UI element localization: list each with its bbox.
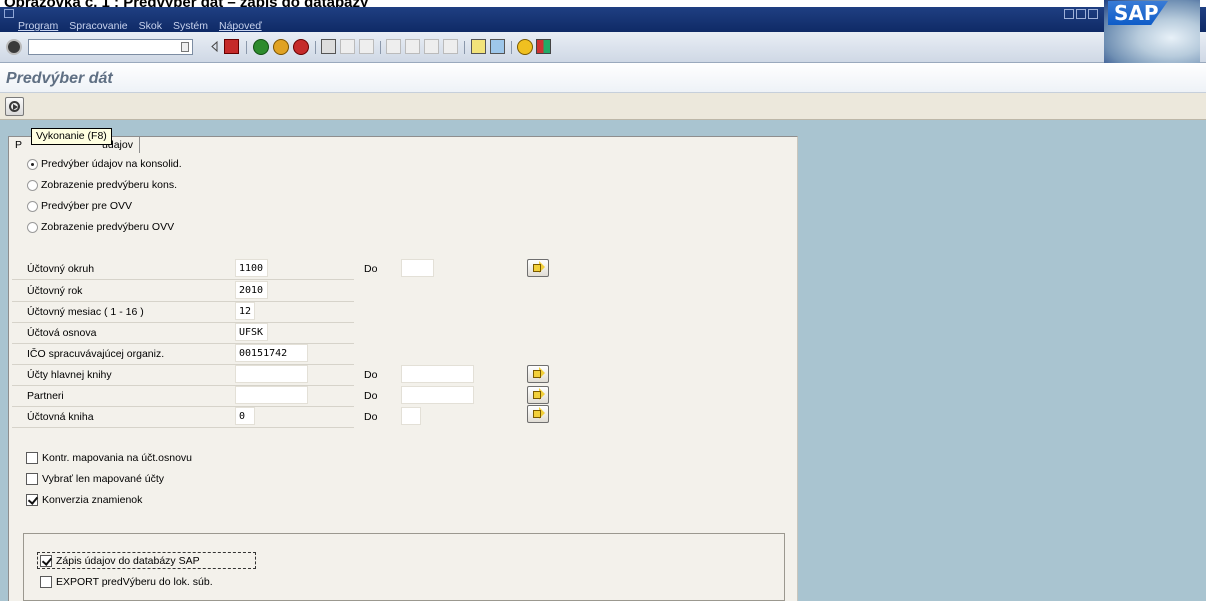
field-label-uctovny-rok: Účtovný rok (27, 285, 83, 297)
to-label: Do (364, 369, 378, 381)
toolbar-separator (511, 41, 512, 54)
window-controls (1064, 9, 1098, 19)
menu-system[interactable]: Systém (173, 20, 208, 32)
ucty-hlavnej-knihy-input[interactable] (235, 365, 308, 383)
field-label-partneri: Partneri (27, 390, 64, 402)
execute-tooltip: Vykonanie (F8) (31, 128, 112, 145)
uctovny-okruh-to-input[interactable] (401, 259, 434, 277)
field-label-ucty-hlavnej-knihy: Účty hlavnej knihy (27, 369, 112, 381)
next-page-icon[interactable] (424, 39, 439, 54)
field-label-uctovna-kniha: Účtovná kniha (27, 411, 94, 423)
last-page-icon[interactable] (443, 39, 458, 54)
find-icon[interactable] (340, 39, 355, 54)
radio-label: Predvýber pre OVV (41, 200, 133, 212)
checkbox-zapis-do-databazy[interactable] (40, 555, 52, 567)
checkbox-label: Kontr. mapovania na účt.osnovu (42, 452, 193, 464)
enter-icon[interactable] (6, 39, 22, 55)
standard-toolbar (0, 32, 1206, 63)
row-divider (12, 322, 354, 323)
menu-list: Program Spracovanie Skok Systém Nápoveď (18, 20, 262, 32)
checkbox-vybrat-len-mapovane[interactable] (26, 473, 38, 485)
close-icon[interactable] (1088, 9, 1098, 19)
execute-button[interactable] (5, 97, 24, 116)
back-icon[interactable] (253, 39, 269, 55)
row-divider (12, 279, 354, 280)
field-label-ico: IČO spracuvávajúcej organiz. (27, 348, 165, 360)
to-label: Do (364, 390, 378, 402)
menu-program[interactable]: Program (18, 20, 58, 32)
field-label-uctovny-mesiac: Účtovný mesiac ( 1 - 16 ) (27, 306, 144, 318)
page-title: Predvýber dát (6, 70, 113, 87)
back-arrow-icon[interactable] (210, 39, 218, 54)
row-divider (12, 427, 354, 428)
radio-label: Predvýber údajov na konsolid. (41, 158, 182, 170)
multiple-selection-button[interactable] (527, 259, 549, 277)
sap-logo: SAP (1104, 0, 1200, 63)
first-page-icon[interactable] (386, 39, 401, 54)
partneri-input[interactable] (235, 386, 308, 404)
menu-napoved[interactable]: Nápoveď (219, 20, 262, 32)
create-session-icon[interactable] (471, 39, 486, 54)
radio-zobrazenie-kons[interactable] (27, 180, 38, 191)
toolbar-separator (315, 41, 316, 54)
previous-page-icon[interactable] (405, 39, 420, 54)
uctovny-rok-input[interactable]: 2010 (235, 281, 268, 299)
field-label-uctova-osnova: Účtová osnova (27, 327, 97, 339)
save-icon[interactable] (224, 39, 239, 54)
partneri-to-input[interactable] (401, 386, 474, 404)
command-history-icon[interactable] (181, 42, 189, 52)
print-icon[interactable] (321, 39, 336, 54)
cancel-icon[interactable] (293, 39, 309, 55)
uctovny-okruh-input[interactable]: 1100 (235, 259, 268, 277)
uctovna-kniha-input[interactable]: 0 (235, 407, 255, 425)
menu-skok[interactable]: Skok (139, 20, 162, 32)
radio-zobrazenie-ovv[interactable] (27, 222, 38, 233)
exit-icon[interactable] (273, 39, 289, 55)
uctovny-mesiac-input[interactable]: 12 (235, 302, 255, 320)
work-area (0, 120, 1206, 601)
find-next-icon[interactable] (359, 39, 374, 54)
radio-label: Zobrazenie predvýberu kons. (41, 179, 177, 191)
title-bar: Predvýber dát (0, 63, 1206, 93)
to-label: Do (364, 411, 378, 423)
multiple-selection-button[interactable] (527, 386, 549, 404)
checkbox-label: Konverzia znamienok (42, 494, 143, 506)
tab-label-start: P (15, 139, 23, 151)
toolbar-separator (380, 41, 381, 54)
shortcut-icon[interactable] (490, 39, 505, 54)
checkbox-kontr-mapovania[interactable] (26, 452, 38, 464)
command-field[interactable] (28, 39, 193, 55)
maximize-icon[interactable] (1076, 9, 1086, 19)
field-label-uctovny-okruh: Účtovný okruh (27, 263, 95, 275)
row-divider (12, 301, 354, 302)
multiple-selection-button[interactable] (527, 365, 549, 383)
checkbox-label: EXPORT predVýberu do lok. súb. (56, 576, 213, 588)
menu-bar: Program Spracovanie Skok Systém Nápoveď (0, 7, 1206, 32)
toolbar-separator (464, 41, 465, 54)
uctovna-kniha-to-input[interactable] (401, 407, 421, 425)
help-icon[interactable] (517, 39, 533, 55)
radio-predvyber-konsolid[interactable] (27, 159, 38, 170)
menu-spracovanie[interactable]: Spracovanie (69, 20, 127, 32)
ico-input[interactable]: 00151742 (235, 344, 308, 362)
to-label: Do (364, 263, 378, 275)
execute-icon (9, 101, 20, 112)
row-divider (12, 406, 354, 407)
checkbox-konverzia-znamienok[interactable] (26, 494, 38, 506)
layout-menu-icon[interactable] (536, 39, 551, 54)
toolbar-separator (246, 41, 247, 54)
sap-logo-text: SAP (1108, 1, 1168, 25)
uctova-osnova-input[interactable]: UFSK (235, 323, 268, 341)
checkbox-label: Vybrať len mapované účty (42, 473, 165, 485)
minimize-icon[interactable] (1064, 9, 1074, 19)
radio-label: Zobrazenie predvýberu OVV (41, 221, 175, 233)
window-menu-icon[interactable] (4, 9, 14, 18)
ucty-hlavnej-knihy-to-input[interactable] (401, 365, 474, 383)
checkbox-export-lok-sub[interactable] (40, 576, 52, 588)
application-toolbar (0, 93, 1206, 120)
radio-predvyber-ovv[interactable] (27, 201, 38, 212)
multiple-selection-button[interactable] (527, 405, 549, 423)
checkbox-label: Zápis údajov do databázy SAP (56, 555, 200, 567)
